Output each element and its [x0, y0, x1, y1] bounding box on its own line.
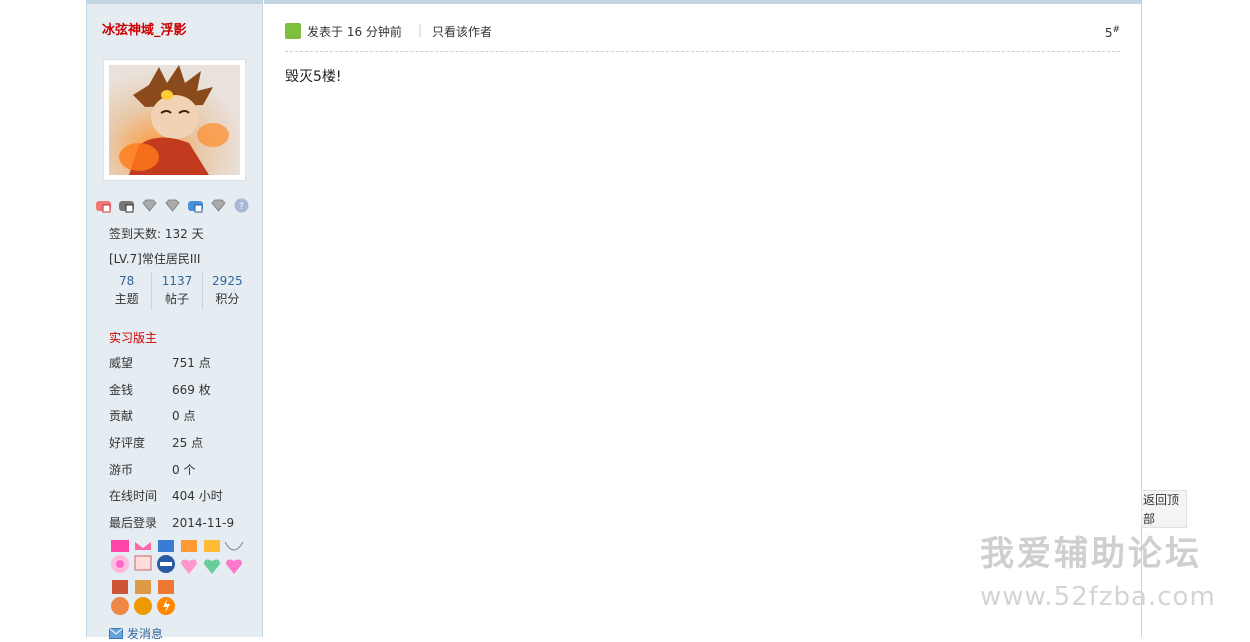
heart-medal-icon[interactable]: [178, 540, 200, 578]
blue-medal-icon[interactable]: [187, 197, 204, 214]
info-prestige: 威望 751 点: [109, 354, 259, 371]
send-message-label: 发消息: [127, 627, 164, 641]
author-sidebar: 冰弦神域_浮影 ? 签到天数: 132 天 [LV.7]常住居民III 78 主…: [87, 0, 263, 641]
blue-star-medal-icon[interactable]: [155, 540, 177, 578]
post-header: 发表于 16 分钟前 | 只看该作者 5#: [285, 19, 1120, 52]
author-name[interactable]: 冰弦神域_浮影: [102, 19, 187, 38]
watermark-title: 我爱辅助论坛: [980, 534, 1202, 574]
checkin-days: 签到天数: 132 天: [109, 227, 204, 241]
info-key: 贡献: [109, 409, 134, 423]
info-value: 751 点: [172, 356, 211, 370]
post-time: 发表于 16 分钟前: [307, 25, 402, 39]
info-money: 金钱 669 枚: [109, 381, 259, 398]
pink-flower-medal-icon[interactable]: [109, 540, 131, 578]
info-key: 最后登录: [109, 516, 158, 530]
header-separator: |: [418, 23, 423, 37]
medal-list: [109, 540, 249, 618]
info-contribution: 贡献 0 点: [109, 407, 259, 424]
silver-gem-icon[interactable]: [210, 197, 227, 214]
floor-number[interactable]: 5#: [1105, 25, 1120, 40]
view-author-only-link[interactable]: 只看该作者: [432, 23, 492, 40]
info-coins: 游币 0 个: [109, 461, 259, 478]
stat-threads[interactable]: 78 主题: [102, 272, 151, 310]
lightning-medal-icon[interactable]: [155, 580, 177, 618]
silver-gem-icon[interactable]: [141, 197, 158, 214]
info-key: 威望: [109, 356, 134, 370]
info-value: 669 枚: [172, 383, 211, 397]
user-level[interactable]: [LV.7]常住居民III: [109, 250, 200, 267]
stat-threads-label: 主题: [114, 292, 139, 306]
stat-threads-count: 78: [119, 274, 135, 288]
watermark-url: www.52fzba.com: [980, 582, 1216, 612]
info-value: 404 小时: [172, 489, 223, 503]
info-key: 金钱: [109, 383, 134, 397]
stat-points[interactable]: 2925 积分: [201, 272, 252, 310]
post-body: 毁灭5楼!: [285, 69, 342, 85]
info-key: 游币: [109, 463, 134, 477]
info-rating: 好评度 25 点: [109, 434, 259, 451]
svg-text:?: ?: [239, 202, 244, 212]
green-heart-medal-icon[interactable]: [201, 540, 223, 578]
book-medal-icon[interactable]: [132, 540, 154, 578]
question-icon[interactable]: ?: [233, 197, 250, 214]
avatar-image: [109, 65, 240, 175]
stat-posts-label: 帖子: [164, 292, 189, 306]
stat-points-label: 积分: [215, 292, 240, 306]
user-role: 实习版主: [109, 331, 158, 345]
back-to-top-button[interactable]: 返回顶部: [1141, 490, 1187, 528]
gold-medal-icon[interactable]: [132, 580, 154, 618]
dark-medal-icon[interactable]: [118, 197, 135, 214]
avatar[interactable]: [103, 59, 246, 181]
pink-heart-necklace-icon[interactable]: [223, 540, 245, 578]
info-value: 0 个: [172, 463, 196, 477]
floor-mark: #: [1112, 25, 1120, 35]
envelope-icon: [109, 628, 123, 639]
info-online-time: 在线时间 404 小时: [109, 487, 259, 504]
info-key: 好评度: [109, 436, 146, 450]
red-medal-icon[interactable]: [95, 197, 112, 214]
badge-row: ?: [95, 197, 255, 215]
send-message-link[interactable]: 发消息: [109, 625, 163, 642]
user-stats: 78 主题 1137 帖子 2925 积分: [102, 272, 252, 310]
online-status-icon: [285, 23, 301, 39]
info-last-login: 最后登录 2014-11-9: [109, 514, 259, 531]
info-value: 2014-11-9: [172, 516, 235, 530]
info-value: 0 点: [172, 409, 196, 423]
silver-gem-icon[interactable]: [164, 197, 181, 214]
info-key: 在线时间: [109, 489, 158, 503]
stat-posts[interactable]: 1137 帖子: [151, 272, 201, 310]
fire-medal-icon[interactable]: [109, 580, 131, 618]
stat-posts-count: 1137: [161, 274, 193, 288]
info-value: 25 点: [172, 436, 204, 450]
stat-points-count: 2925: [212, 274, 243, 288]
